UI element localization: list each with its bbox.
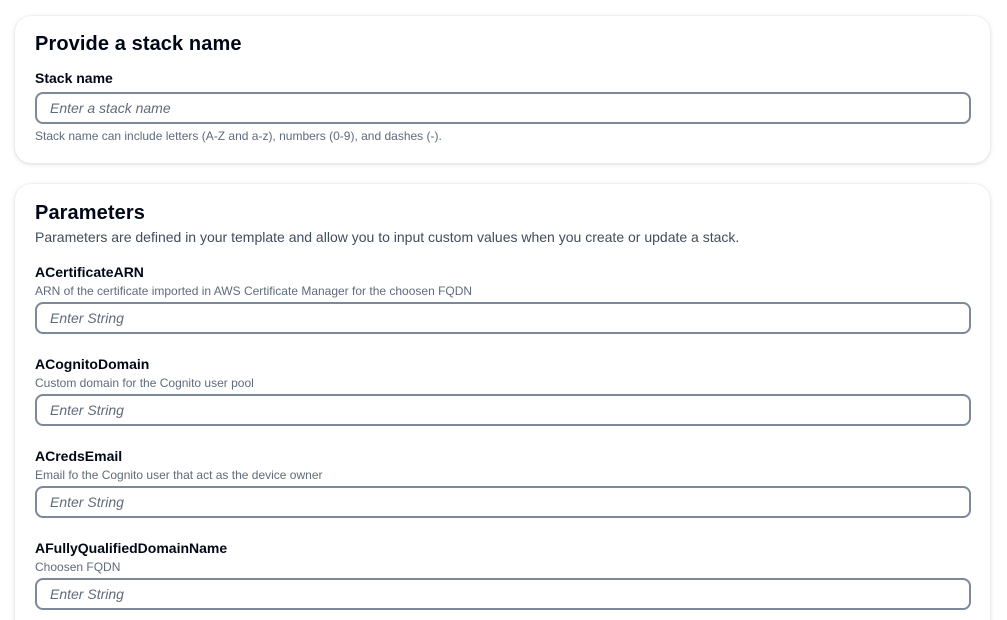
stack-name-panel: Provide a stack name Stack name Stack na… bbox=[15, 16, 990, 163]
param-input-creds-email[interactable] bbox=[35, 486, 971, 518]
param-label-certificate-arn: ACertificateARN bbox=[35, 264, 144, 280]
parameters-panel-description: Parameters are defined in your template … bbox=[35, 229, 740, 245]
param-input-cognito-domain[interactable] bbox=[35, 394, 971, 426]
stack-name-panel-title: Provide a stack name bbox=[35, 33, 242, 55]
param-label-fqdn: AFullyQualifiedDomainName bbox=[35, 540, 228, 556]
param-description-certificate-arn: ARN of the certificate imported in AWS C… bbox=[35, 284, 473, 298]
param-label-creds-email: ACredsEmail bbox=[35, 448, 123, 464]
parameters-panel: Parameters Parameters are defined in you… bbox=[15, 184, 990, 620]
stack-name-input[interactable] bbox=[35, 92, 971, 124]
param-label-cognito-domain: ACognitoDomain bbox=[35, 356, 150, 372]
param-description-creds-email: Email fo the Cognito user that act as th… bbox=[35, 468, 323, 482]
parameters-panel-title: Parameters bbox=[35, 202, 145, 224]
param-description-cognito-domain: Custom domain for the Cognito user pool bbox=[35, 376, 254, 390]
stack-name-constraint: Stack name can include letters (A-Z and … bbox=[35, 129, 442, 143]
create-stack-page: Provide a stack name Stack name Stack na… bbox=[0, 0, 1007, 620]
param-input-certificate-arn[interactable] bbox=[35, 302, 971, 334]
stack-name-label: Stack name bbox=[35, 70, 113, 86]
param-description-fqdn: Choosen FQDN bbox=[35, 560, 121, 574]
param-input-fqdn[interactable] bbox=[35, 578, 971, 610]
